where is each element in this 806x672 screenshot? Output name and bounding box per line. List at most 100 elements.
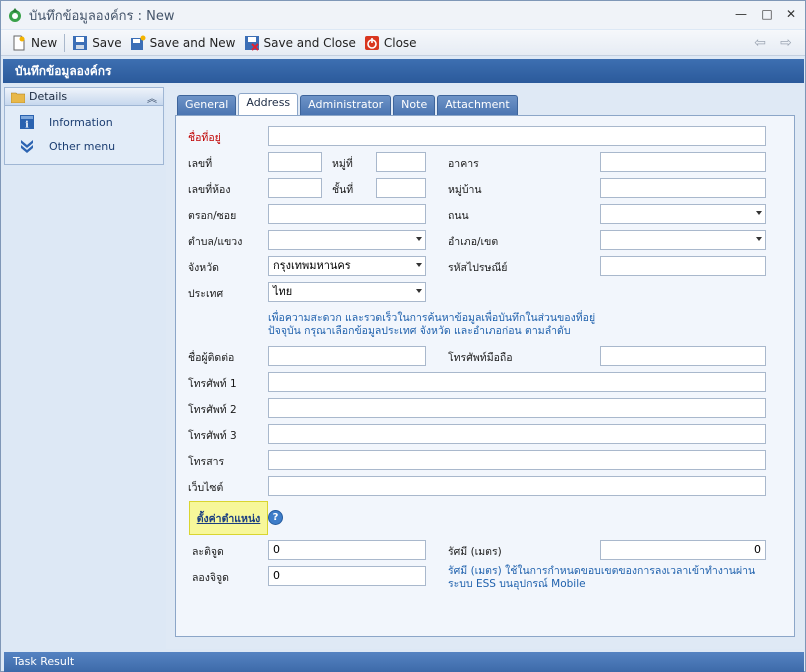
- tab-attachment[interactable]: Attachment: [437, 95, 518, 115]
- website-label: เว็บไซต์: [188, 482, 224, 494]
- postcode-input[interactable]: [600, 256, 766, 276]
- toolbar: New Save Save and New Save and Close Clo…: [1, 30, 805, 56]
- mobile-label: โทรศัพท์มือถือ: [448, 352, 513, 364]
- address-hint-line1: เพื่อความสะดวก และรวดเร็วในการค้นหาข้อมู…: [268, 312, 596, 324]
- district-select[interactable]: [600, 230, 766, 250]
- country-label: ประเทศ: [188, 288, 224, 300]
- province-select[interactable]: กรุงเทพมหานคร: [268, 256, 426, 276]
- contact-name-label: ชื่อผู้ติดต่อ: [188, 352, 235, 364]
- dropdown-arrow-icon: [416, 237, 422, 241]
- road-select[interactable]: [600, 204, 766, 224]
- main-window: บันทึกข้อมูลองค์กร : New — □ ✕ New Save …: [0, 0, 806, 672]
- mobile-input[interactable]: [600, 346, 766, 366]
- house-no-input[interactable]: [268, 152, 322, 172]
- soi-input[interactable]: [268, 204, 426, 224]
- save-button[interactable]: Save: [68, 32, 125, 54]
- help-icon[interactable]: ?: [268, 510, 283, 525]
- close-power-icon: [364, 35, 379, 50]
- app-logo-icon: [9, 8, 21, 22]
- tab-note[interactable]: Note: [393, 95, 436, 115]
- new-document-icon: [13, 35, 25, 50]
- village-input[interactable]: [600, 178, 766, 198]
- nav-item-other-menu[interactable]: Other menu: [5, 134, 163, 158]
- close-icon[interactable]: ✕: [781, 6, 801, 22]
- maximize-icon[interactable]: □: [757, 6, 777, 22]
- chevron-double-down-icon: [21, 140, 33, 153]
- phone2-input[interactable]: [268, 398, 766, 418]
- soi-label: ตรอก/ซอย: [188, 210, 237, 222]
- details-nav-panel: Details ︽ i Information Other menu: [4, 87, 164, 165]
- dropdown-arrow-icon: [756, 237, 762, 241]
- phone1-input[interactable]: [268, 372, 766, 392]
- radius-hint-line2: ระบบ ESS บนอุปกรณ์ Mobile: [448, 578, 586, 590]
- room-no-label: เลขที่ห้อง: [188, 184, 231, 196]
- dropdown-arrow-icon: [416, 263, 422, 267]
- toolbar-separator: [64, 33, 66, 52]
- window-title: บันทึกข้อมูลองค์กร : New: [29, 8, 175, 24]
- radius-input[interactable]: 0: [600, 540, 766, 560]
- building-label: อาคาร: [448, 158, 479, 170]
- save-icon: [73, 35, 88, 50]
- set-position-link-box: ตั้งค่าตำแหน่ง: [189, 501, 268, 535]
- content-area: General Address Administrator Note Attac…: [166, 87, 804, 649]
- contact-name-input[interactable]: [268, 346, 426, 366]
- phone2-label: โทรศัพท์ 2: [188, 404, 237, 416]
- folder-icon: [11, 92, 25, 103]
- radius-label: รัศมี (เมตร): [448, 546, 502, 558]
- page-header: บันทึกข้อมูลองค์กร: [3, 59, 804, 83]
- subdistrict-select[interactable]: [268, 230, 426, 250]
- floor-label: ชั้นที่: [332, 184, 354, 196]
- house-no-label: เลขที่: [188, 158, 213, 170]
- task-result-bar[interactable]: Task Result: [4, 652, 804, 672]
- tab-strip: General Address Administrator Note Attac…: [177, 93, 520, 115]
- address-form: ชื่อที่อยู่ เลขที่ หมู่ที่ อาคาร เลขที่ห…: [175, 115, 795, 637]
- fax-input[interactable]: [268, 450, 766, 470]
- longitude-input[interactable]: 0: [268, 566, 426, 586]
- nav-item-information[interactable]: i Information: [5, 110, 163, 134]
- save-and-close-button[interactable]: Save and Close: [240, 32, 360, 54]
- village-label: หมู่บ้าน: [448, 184, 482, 196]
- website-input[interactable]: [268, 476, 766, 496]
- floor-input[interactable]: [376, 178, 426, 198]
- place-name-input[interactable]: [268, 126, 766, 146]
- dropdown-arrow-icon: [756, 211, 762, 215]
- road-label: ถนน: [448, 210, 469, 222]
- latitude-input[interactable]: 0: [268, 540, 426, 560]
- building-input[interactable]: [600, 152, 766, 172]
- back-arrow-icon[interactable]: ⇦: [751, 34, 769, 52]
- tab-general[interactable]: General: [177, 95, 237, 115]
- tab-address[interactable]: Address: [238, 93, 299, 115]
- minimize-icon[interactable]: —: [731, 6, 751, 22]
- title-bar: บันทึกข้อมูลองค์กร : New — □ ✕: [1, 1, 805, 29]
- tab-administrator[interactable]: Administrator: [300, 95, 392, 115]
- address-hint-line2: ปัจจุบัน กรุณาเลือกข้อมูลประเทศ จังหวัด …: [268, 325, 571, 337]
- moo-input[interactable]: [376, 152, 426, 172]
- phone3-label: โทรศัพท์ 3: [188, 430, 237, 442]
- dropdown-arrow-icon: [416, 289, 422, 293]
- radius-hint-line1: รัศมี (เมตร) ใช้ในการกำหนดขอบเขตของการลง…: [448, 565, 756, 577]
- place-name-label: ชื่อที่อยู่: [188, 132, 221, 144]
- province-label: จังหวัด: [188, 262, 219, 274]
- new-button[interactable]: New: [7, 32, 61, 54]
- close-button[interactable]: Close: [360, 32, 421, 54]
- forward-arrow-icon[interactable]: ⇨: [777, 34, 795, 52]
- postcode-label: รหัสไปรษณีย์: [448, 262, 508, 274]
- details-section-header[interactable]: Details ︽: [5, 88, 163, 106]
- fax-label: โทรสาร: [188, 456, 225, 468]
- collapse-icon[interactable]: ︽: [147, 90, 157, 105]
- country-select[interactable]: ไทย: [268, 282, 426, 302]
- subdistrict-label: ตำบล/แขวง: [188, 236, 243, 248]
- save-new-icon: [130, 35, 146, 50]
- info-icon: i: [20, 115, 34, 131]
- room-no-input[interactable]: [268, 178, 322, 198]
- phone3-input[interactable]: [268, 424, 766, 444]
- latitude-label: ละติจูด: [192, 546, 224, 558]
- save-and-new-button[interactable]: Save and New: [126, 32, 240, 54]
- save-close-icon: [244, 35, 259, 51]
- moo-label: หมู่ที่: [332, 158, 353, 170]
- phone1-label: โทรศัพท์ 1: [188, 378, 237, 390]
- longitude-label: ลองจิจูด: [192, 572, 229, 584]
- svg-text:i: i: [25, 121, 29, 131]
- district-label: อำเภอ/เขต: [448, 236, 499, 248]
- set-position-link[interactable]: ตั้งค่าตำแหน่ง: [197, 510, 261, 527]
